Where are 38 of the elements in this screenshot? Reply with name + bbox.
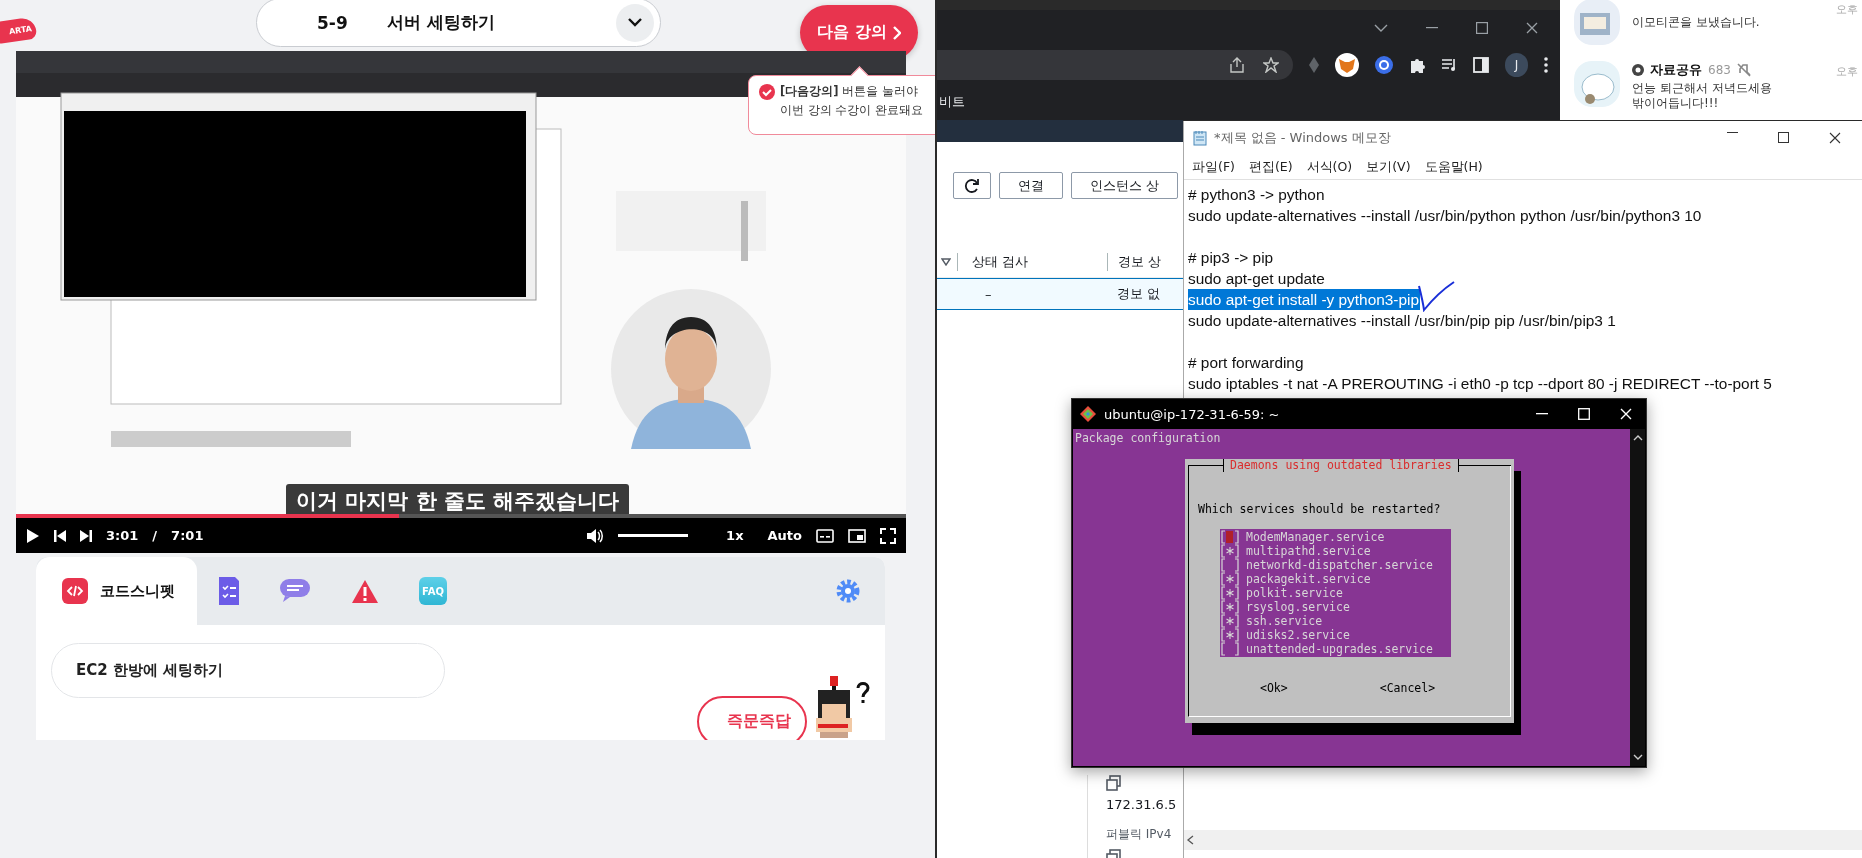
terminal-text: Package configuration [1075,431,1221,445]
dialog-title: Daemons using outdated libraries [1223,459,1459,472]
service-name: udisks2.service [1246,628,1350,642]
text-line: # port forwarding [1188,353,1305,373]
time-separator: / [152,528,158,543]
dialog-question: Which services should be restarted? [1198,502,1441,516]
text-line: sudo apt-get update [1188,269,1326,289]
lesson-number: 5-9 [317,12,349,33]
table-cell-text: 경보 없 [1116,285,1161,303]
window-title: *제목 없음 - Windows 메모장 [1214,129,1391,147]
tooltip-text: 이번 강의 수강이 완료돼요 [780,103,923,118]
service-name: ssh.service [1246,614,1323,628]
service-name: packagekit.service [1246,572,1371,586]
service-name: unattended-upgrades.service [1246,642,1433,656]
service-name: polkit.service [1246,586,1343,600]
text-line: # pip3 -> pip [1188,248,1275,268]
ip-address: 172.31.6.5 [1106,797,1178,812]
service-name: ModemManager.service [1246,530,1385,544]
member-count: 683 [1708,63,1731,77]
lesson-title: 서버 세팅하기 [387,11,496,34]
field-label: 퍼블릭 IPv4 [1106,826,1173,843]
text-line: # python3 -> python [1188,185,1326,205]
table-cell-text: – [984,286,993,302]
chat-message: 이모티콘을 보냈습니다. [1632,15,1760,30]
text-line: sudo update-alternatives --install /usr/bin/pip pip /usr/bin/pip3 1 [1188,311,1617,331]
text-line: sudo update-alternatives --install /usr/bin/python python /usr/bin/python3 10 [1188,206,1703,226]
window-title: ubuntu@ip-172-31-6-59: ~ [1104,406,1280,422]
current-time: 3:01 [106,528,139,543]
chat-time: 오후 [1836,2,1858,17]
chat-name: 자료공유 [1650,61,1702,79]
service-name: multipathd.service [1246,544,1371,558]
tooltip-text: [다음강의] 버튼을 눌러야 [780,84,919,99]
service-name: rsyslog.service [1246,600,1350,614]
chat-time: 오후 [1836,64,1858,79]
service-name: networkd-dispatcher.service [1246,558,1433,572]
duration: 7:01 [171,528,204,543]
chat-message: 언능 퇴근해서 저녁드세용 밖이어듭니다!!! [1632,81,1772,111]
text-line: sudo iptables -t nat -A PREROUTING -i eth0 -p tcp --dport 80 -j REDIRECT --to-port 5 [1188,374,1773,394]
